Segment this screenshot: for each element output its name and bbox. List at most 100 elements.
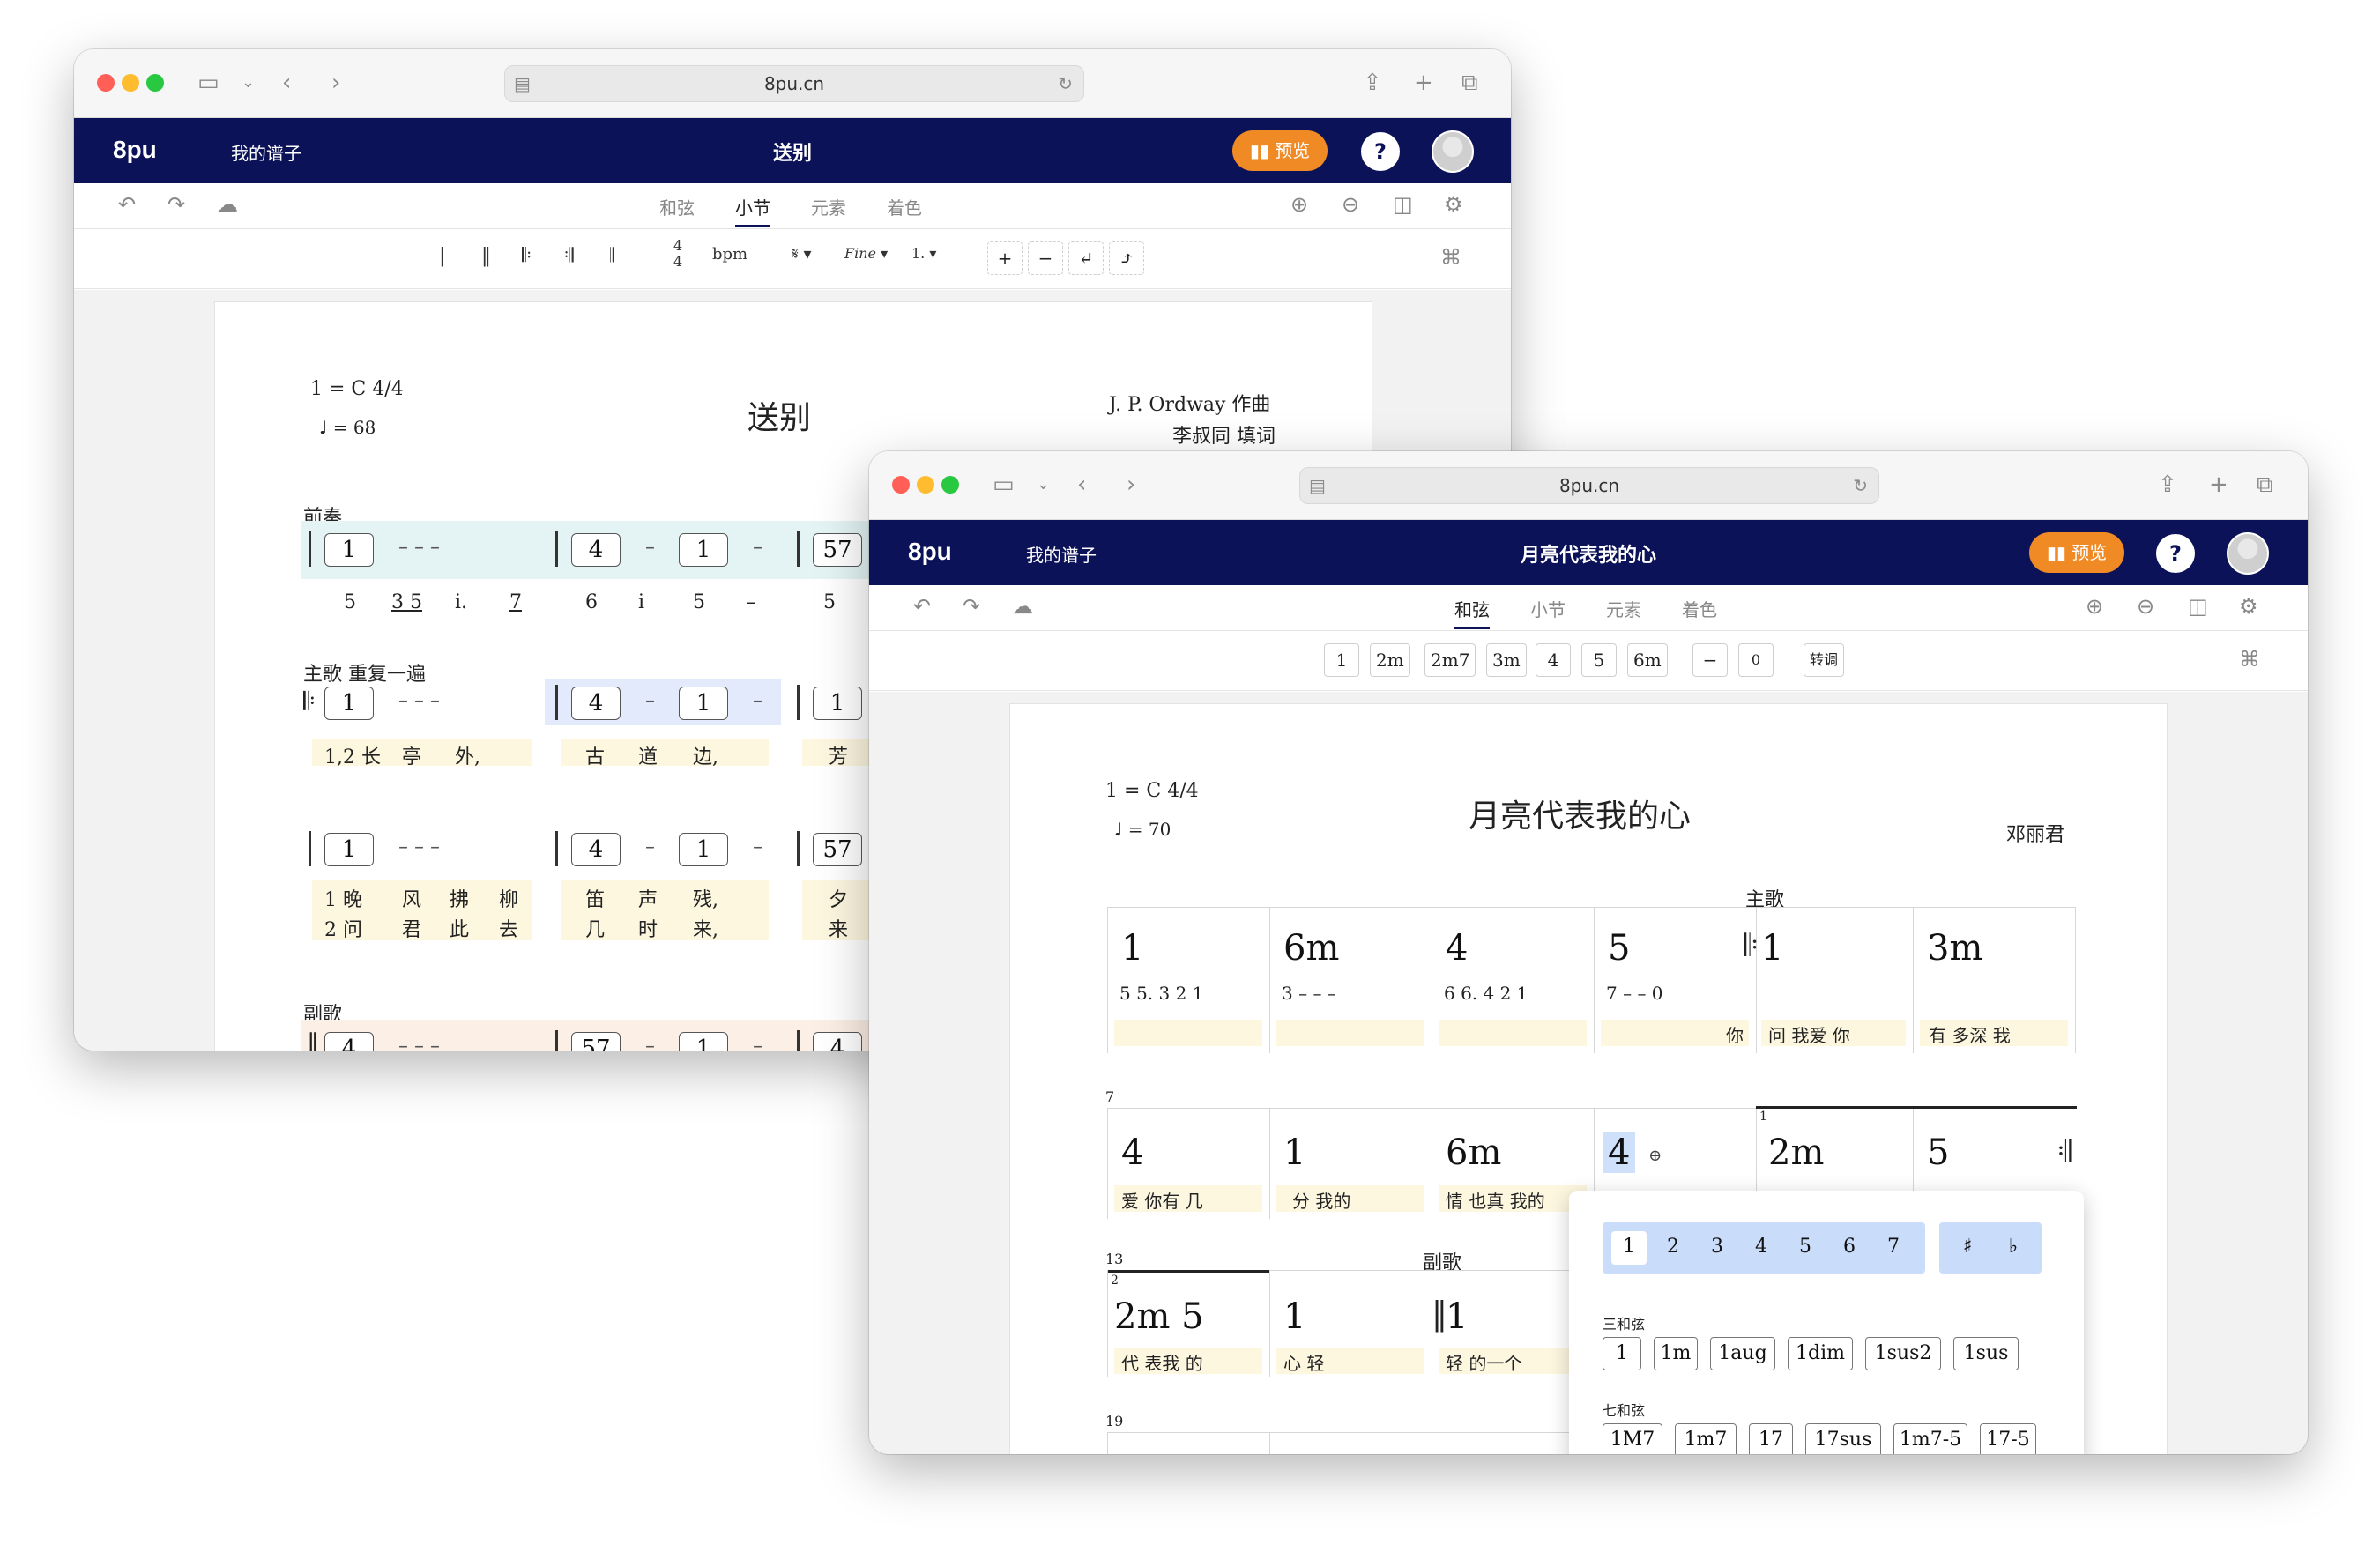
chord-box[interactable]: 1 xyxy=(679,533,728,567)
lyric[interactable]: 你 xyxy=(1726,1021,1744,1047)
preview-button[interactable]: ▮▮ 预览 xyxy=(2029,532,2124,573)
triad-chip[interactable]: 1sus2 xyxy=(1865,1337,1941,1370)
chord-chip[interactable]: 4 xyxy=(1536,643,1571,677)
tab-chord[interactable]: 和弦 xyxy=(1454,596,1490,629)
degree-button[interactable]: 6 xyxy=(1832,1231,1867,1265)
chord-box[interactable]: 4 xyxy=(571,533,621,567)
selected-chord-symbol[interactable]: 4 xyxy=(1603,1132,1636,1173)
tab-color[interactable]: 着色 xyxy=(887,194,922,219)
avatar[interactable] xyxy=(1432,130,1474,173)
bpm-button[interactable]: bpm xyxy=(712,245,747,264)
zoom-in-icon[interactable]: ⊕ xyxy=(2086,594,2103,619)
tab-color[interactable]: 着色 xyxy=(1682,596,1717,621)
degree-button[interactable]: 7 xyxy=(1876,1231,1911,1265)
degree-button[interactable]: 1 xyxy=(1611,1231,1647,1265)
seventh-chip[interactable]: 1m7 xyxy=(1675,1423,1737,1454)
undo-icon[interactable]: ↶ xyxy=(118,192,136,217)
chevron-down-icon[interactable]: ⌄ xyxy=(242,67,255,99)
lyricist[interactable]: 李叔同 填词 xyxy=(1172,420,1276,449)
line-break-icon[interactable]: ↵ xyxy=(1068,241,1104,275)
repeat-end-button[interactable]: 𝄇 xyxy=(564,245,574,267)
lyric[interactable]: 芳 xyxy=(829,741,848,769)
lyric[interactable]: 去 xyxy=(499,914,518,942)
chord-symbol[interactable]: 4 xyxy=(1121,1132,1143,1173)
cloud-upload-icon[interactable]: ☁ xyxy=(1012,594,1033,619)
redo-icon[interactable]: ↷ xyxy=(963,594,980,619)
back-arrow-icon[interactable]: ‹ xyxy=(282,67,291,99)
lyric[interactable]: 道 xyxy=(638,741,658,769)
chord-box[interactable]: 1 xyxy=(679,833,728,866)
note[interactable]: 5 xyxy=(693,591,705,613)
chord-chip[interactable]: 2m7 xyxy=(1424,643,1476,677)
melody-notes[interactable]: 3 – – – xyxy=(1282,983,1336,1004)
redo-icon[interactable]: ↷ xyxy=(167,192,185,217)
note[interactable]: 3 5 xyxy=(391,591,422,613)
lyric[interactable]: 外, xyxy=(455,741,480,769)
chord-chip[interactable]: 2m xyxy=(1370,643,1410,677)
lyric[interactable]: 爱 你有 几 xyxy=(1121,1187,1203,1213)
help-button[interactable]: ? xyxy=(2156,534,2195,573)
seventh-chip[interactable]: 1M7 xyxy=(1603,1423,1662,1454)
lyric[interactable]: 问 我爱 你 xyxy=(1768,1021,1850,1047)
note[interactable]: – xyxy=(746,591,755,613)
new-tab-icon[interactable]: + xyxy=(1414,67,1433,99)
section-label-verse[interactable]: 主歌 重复一遍 xyxy=(303,658,426,687)
tab-overview-icon[interactable]: ⧉ xyxy=(1461,67,1478,99)
lyric[interactable]: 柳 xyxy=(499,884,518,912)
avatar[interactable] xyxy=(2227,532,2269,575)
seventh-chip[interactable]: 17 xyxy=(1749,1423,1793,1454)
seventh-chip[interactable]: 1m7-5 xyxy=(1893,1423,1967,1454)
time-signature-button[interactable]: 44 xyxy=(673,238,682,270)
back-arrow-icon[interactable]: ‹ xyxy=(1077,469,1086,501)
chord-symbol[interactable]: 5 xyxy=(1608,928,1630,969)
forward-arrow-icon[interactable]: › xyxy=(331,67,340,99)
chord-box[interactable]: 1 xyxy=(324,687,374,720)
note[interactable]: 7 xyxy=(509,591,522,613)
lyric[interactable]: 风 xyxy=(402,884,421,912)
chord-box[interactable]: 57 xyxy=(813,533,862,567)
chord-symbol[interactable]: 3m xyxy=(1927,928,1982,969)
chord-box[interactable]: 4 xyxy=(324,1032,374,1051)
lyric[interactable]: 残, xyxy=(693,884,718,912)
chord-symbol[interactable]: 2m xyxy=(1768,1132,1824,1173)
lyric[interactable]: 来, xyxy=(693,914,718,942)
chord-symbol[interactable]: 6m xyxy=(1283,928,1339,969)
remove-measure-button[interactable]: − xyxy=(1028,241,1063,275)
undo-icon[interactable]: ↶ xyxy=(913,594,931,619)
chord-symbol[interactable]: 4 xyxy=(1446,928,1468,969)
address-bar[interactable]: ▤ 8pu.cn ↻ xyxy=(504,65,1084,102)
chord-box[interactable]: 57 xyxy=(813,833,862,866)
chord-box[interactable]: 1 xyxy=(679,687,728,720)
lyric[interactable]: 时 xyxy=(638,914,658,942)
triad-chip[interactable]: 1sus xyxy=(1953,1337,2019,1370)
chord-symbol[interactable]: 1 xyxy=(1283,1296,1305,1337)
tab-element[interactable]: 元素 xyxy=(811,194,846,219)
lyric[interactable]: 古 xyxy=(585,741,605,769)
chord-box[interactable]: 57 xyxy=(571,1032,621,1051)
lyric[interactable]: 几 xyxy=(585,914,605,942)
chord-box[interactable]: 1 xyxy=(324,533,374,567)
chord-box[interactable]: 1 xyxy=(324,833,374,866)
close-window-button[interactable] xyxy=(892,476,910,494)
chord-box[interactable]: 4 xyxy=(571,833,621,866)
composer[interactable]: 邓丽君 xyxy=(2006,819,2064,847)
tempo-marking[interactable]: ♩ = 70 xyxy=(1114,819,1171,840)
tab-measure[interactable]: 小节 xyxy=(735,194,770,227)
melody-notes[interactable]: 7 – – 0 xyxy=(1606,983,1663,1004)
new-tab-icon[interactable]: + xyxy=(2209,469,2228,501)
lyric[interactable]: 情 也真 我的 xyxy=(1446,1187,1545,1213)
minimize-window-button[interactable] xyxy=(917,476,934,494)
melody-notes[interactable]: 5 5. 3 2 1 xyxy=(1119,983,1203,1004)
add-measure-button[interactable]: + xyxy=(987,241,1023,275)
lyric[interactable]: 笛 xyxy=(585,884,605,912)
page-break-icon[interactable]: ⤴ xyxy=(1109,241,1144,275)
zoom-out-icon[interactable]: ⊖ xyxy=(2137,594,2154,619)
single-barline-button[interactable]: | xyxy=(439,245,445,267)
hold-chip[interactable]: − xyxy=(1692,643,1728,677)
lyric[interactable]: 来 xyxy=(829,914,848,942)
reload-icon[interactable]: ↻ xyxy=(1058,68,1073,100)
degree-button[interactable]: 3 xyxy=(1699,1231,1735,1265)
preview-button[interactable]: ▮▮ 预览 xyxy=(1232,130,1328,171)
key-signature[interactable]: 1 = C 4/4 xyxy=(1105,780,1199,802)
chord-symbol[interactable]: 1 xyxy=(1446,1296,1468,1337)
